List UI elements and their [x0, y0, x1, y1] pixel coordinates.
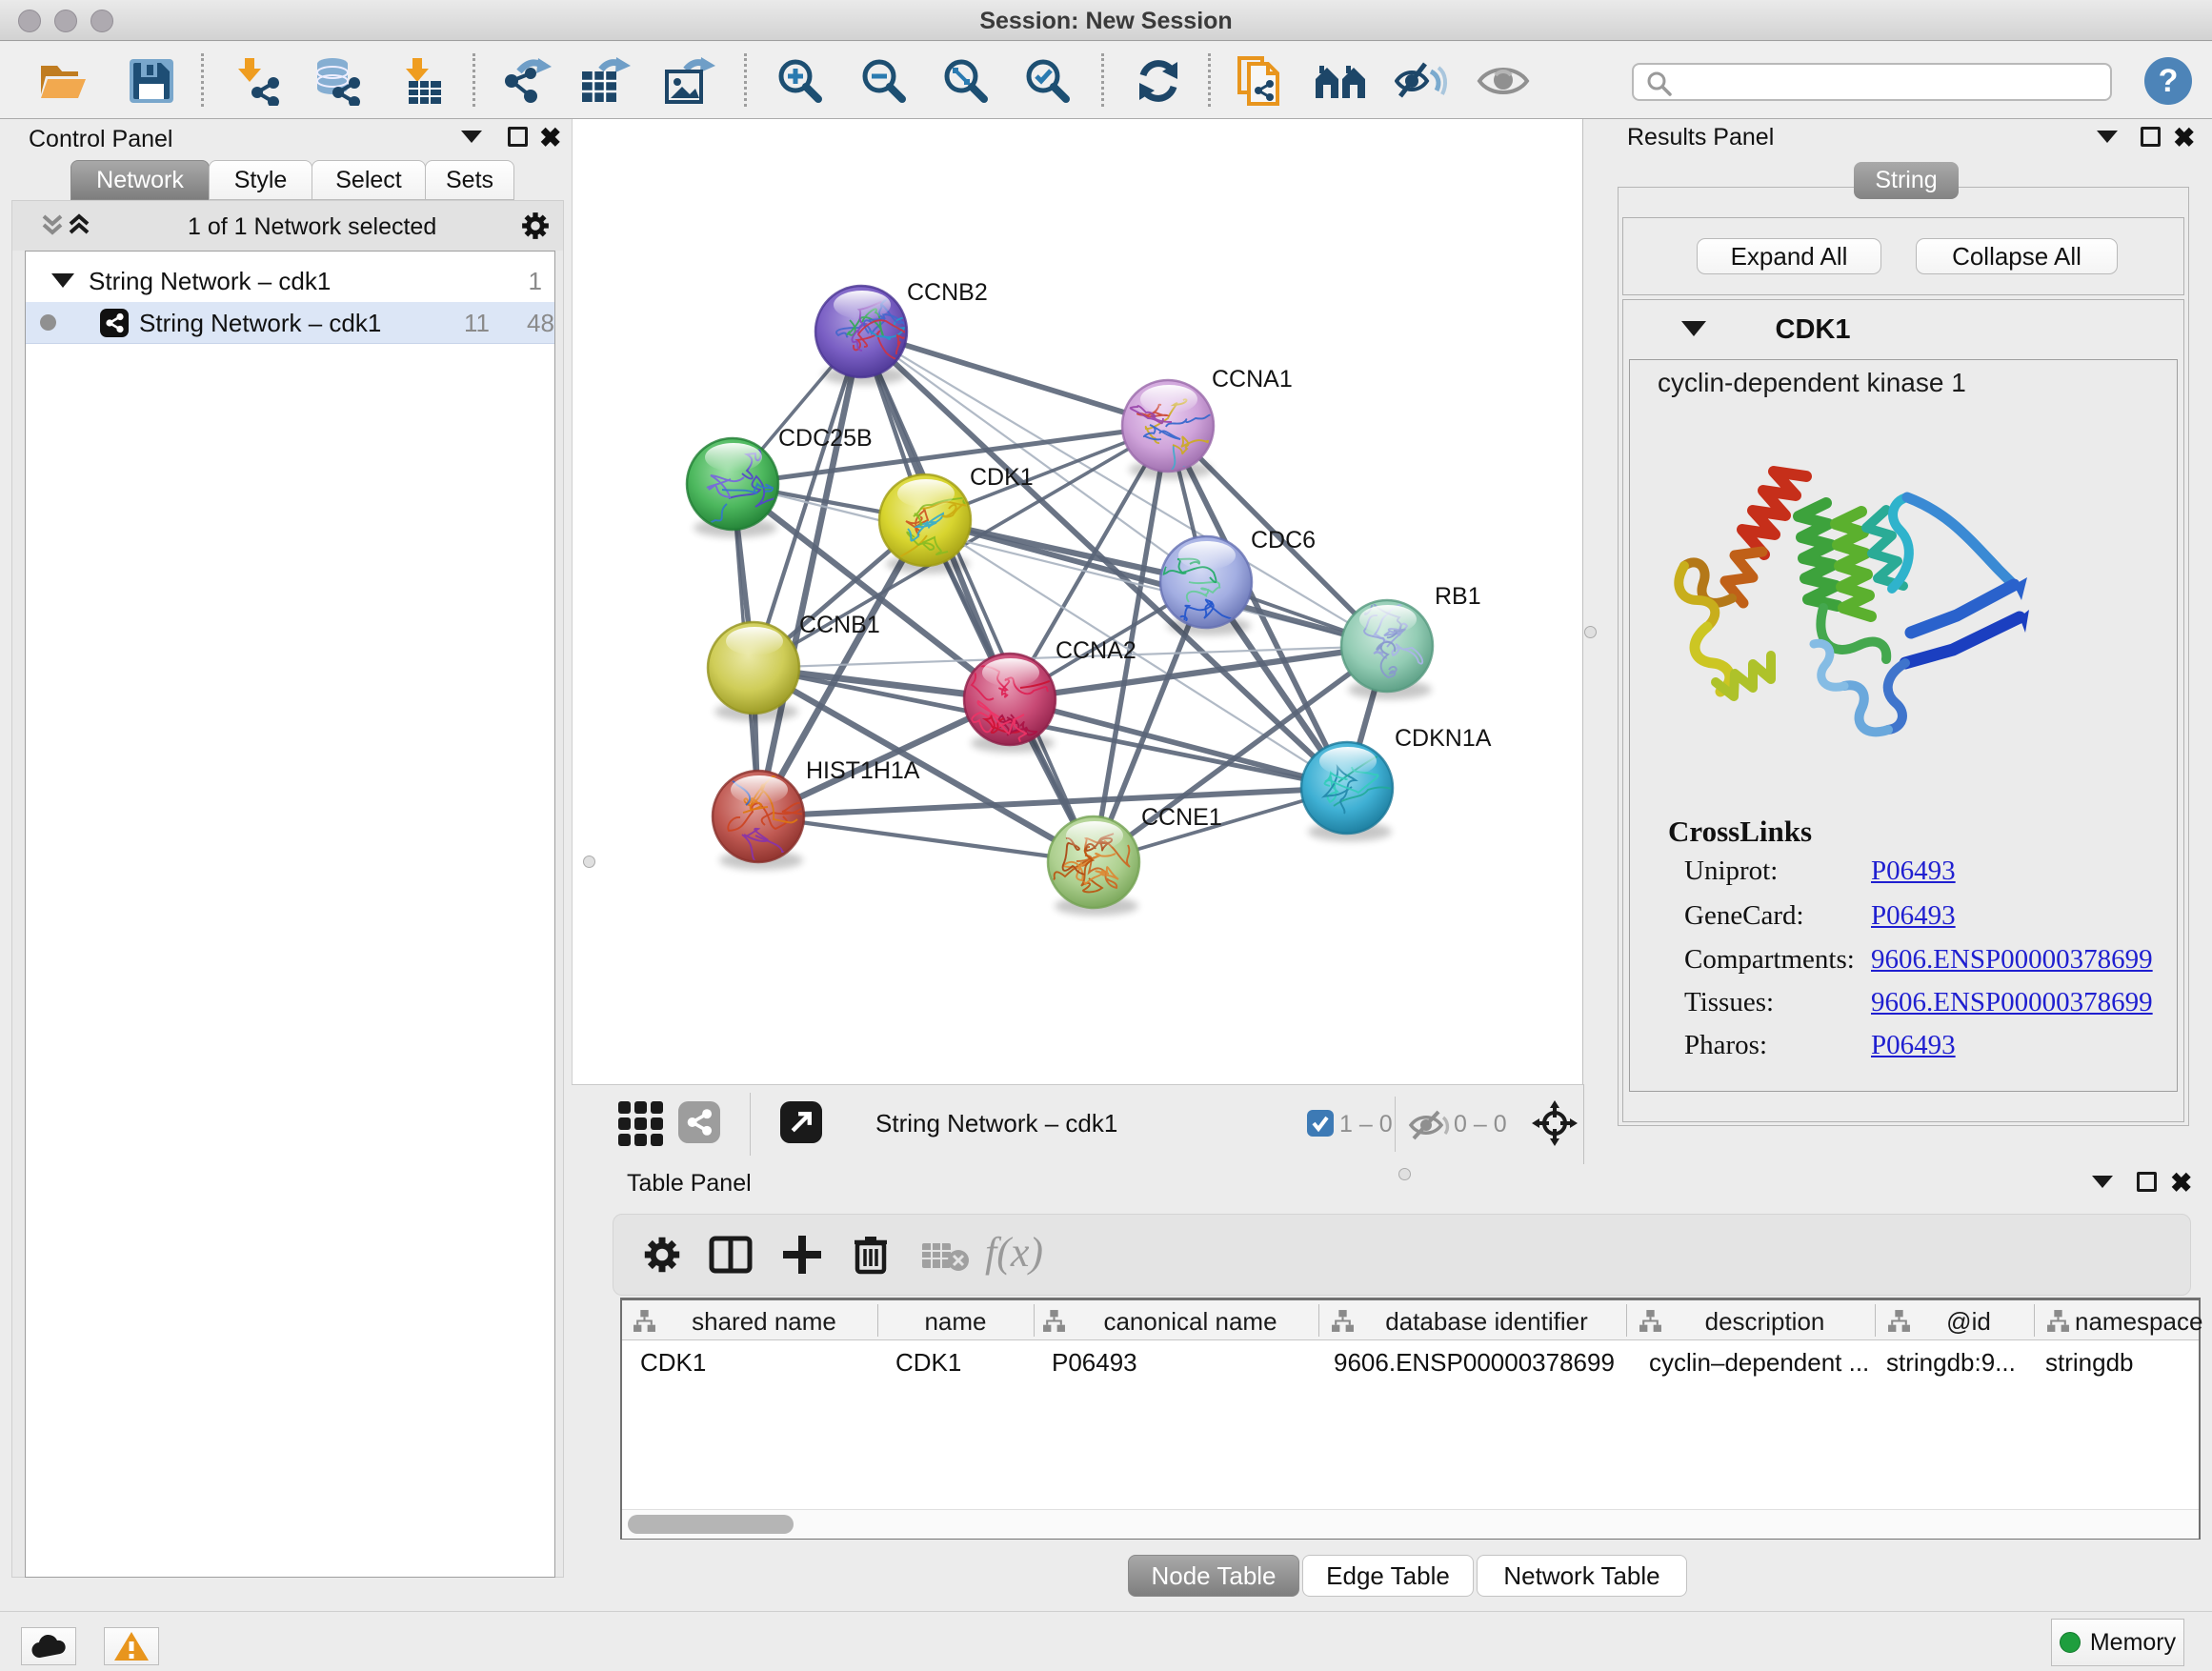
svg-text:CCNA2: CCNA2 — [1056, 637, 1136, 664]
svg-text:CDK1: CDK1 — [970, 464, 1034, 491]
svg-text:CCNB1: CCNB1 — [799, 612, 880, 638]
svg-text:CDKN1A: CDKN1A — [1395, 725, 1492, 752]
svg-text:CCNA1: CCNA1 — [1212, 366, 1293, 393]
svg-text:CCNB2: CCNB2 — [907, 279, 988, 306]
svg-text:HIST1H1A: HIST1H1A — [806, 757, 920, 784]
svg-text:CDC6: CDC6 — [1251, 527, 1316, 554]
svg-text:RB1: RB1 — [1435, 583, 1481, 610]
svg-text:CCNE1: CCNE1 — [1141, 804, 1222, 831]
svg-text:CDC25B: CDC25B — [778, 425, 873, 452]
svg-text:?: ? — [2159, 63, 2179, 99]
